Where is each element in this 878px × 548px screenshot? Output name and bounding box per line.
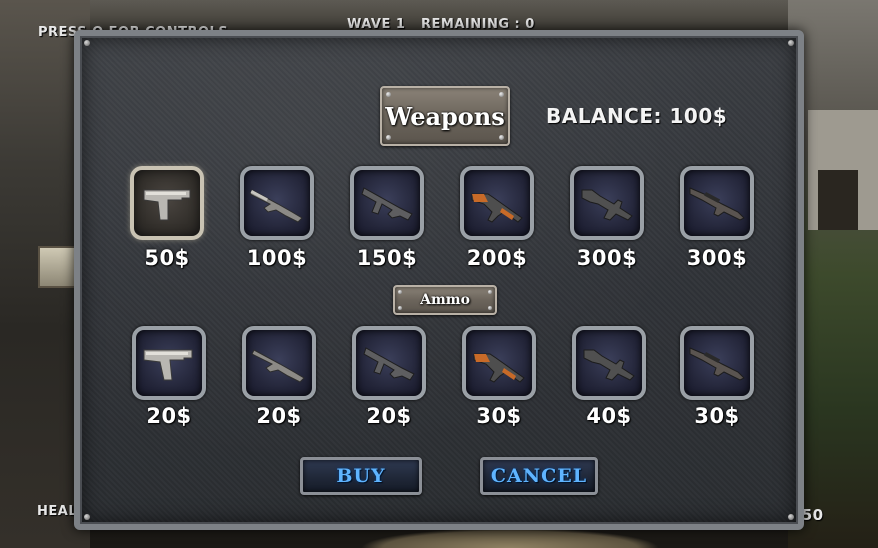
rivet xyxy=(84,514,90,520)
ammo-price: 20$ xyxy=(256,404,302,428)
weapon-price: 300$ xyxy=(576,246,638,270)
player-hands xyxy=(360,528,660,548)
weapon-slot-ak47[interactable] xyxy=(460,166,534,240)
ammo-slot-sniper-rifle[interactable] xyxy=(680,326,754,400)
weapon-slot-shotgun[interactable] xyxy=(240,166,314,240)
shop-panel: Weapons BALANCE: 100$ 50$ 100$ 150$ 200$… xyxy=(74,30,804,530)
rivet xyxy=(788,514,794,520)
background-building-opening xyxy=(818,170,858,230)
ammo-price: 40$ xyxy=(586,404,632,428)
shotgun-icon xyxy=(251,349,305,383)
cancel-button[interactable]: CANCEL xyxy=(480,457,598,495)
screw-icon xyxy=(386,135,391,140)
smg-icon xyxy=(361,187,413,221)
pistol-icon xyxy=(143,189,191,221)
weapons-title-text: Weapons xyxy=(385,101,505,131)
weapon-price: 200$ xyxy=(466,246,528,270)
smg-icon xyxy=(363,347,415,381)
ammo-slot-assault-rifle[interactable] xyxy=(572,326,646,400)
assault-rifle-icon xyxy=(583,349,635,381)
assault-rifle-icon xyxy=(581,189,633,221)
rivet xyxy=(84,40,90,46)
weapon-price: 150$ xyxy=(356,246,418,270)
ammo-price: 30$ xyxy=(694,404,740,428)
ammo-price: 30$ xyxy=(476,404,522,428)
ammo-slot-ak47[interactable] xyxy=(462,326,536,400)
shotgun-icon xyxy=(249,189,303,223)
ammo-slot-pistol[interactable] xyxy=(132,326,206,400)
ammo-slot-smg[interactable] xyxy=(352,326,426,400)
rivet xyxy=(788,40,794,46)
screw-icon xyxy=(488,290,492,294)
weapon-price: 300$ xyxy=(686,246,748,270)
ammo-title: Ammo xyxy=(393,285,497,315)
sniper-rifle-icon xyxy=(689,187,745,221)
ak47-icon xyxy=(473,353,525,383)
screw-icon xyxy=(398,290,402,294)
screw-icon xyxy=(488,306,492,310)
balance-value: 100$ xyxy=(669,104,728,128)
weapon-price: 50$ xyxy=(144,246,190,270)
buy-button[interactable]: BUY xyxy=(300,457,422,495)
ammo-slot-shotgun[interactable] xyxy=(242,326,316,400)
screw-icon xyxy=(499,135,504,140)
ammo-price: 20$ xyxy=(146,404,192,428)
balance-label: BALANCE: xyxy=(546,104,663,128)
weapon-slot-sniper-rifle[interactable] xyxy=(680,166,754,240)
ammo-title-text: Ammo xyxy=(420,292,470,308)
ak47-icon xyxy=(471,193,523,223)
pistol-icon xyxy=(143,349,193,381)
screw-icon xyxy=(398,306,402,310)
weapon-slot-assault-rifle[interactable] xyxy=(570,166,644,240)
weapon-price: 100$ xyxy=(246,246,308,270)
screw-icon xyxy=(386,92,391,97)
weapons-title: Weapons xyxy=(380,86,510,146)
sniper-rifle-icon xyxy=(689,347,745,381)
weapon-slot-smg[interactable] xyxy=(350,166,424,240)
screw-icon xyxy=(499,92,504,97)
weapon-slot-pistol[interactable] xyxy=(130,166,204,240)
balance-display: BALANCE: 100$ xyxy=(546,104,727,128)
ammo-price: 20$ xyxy=(366,404,412,428)
